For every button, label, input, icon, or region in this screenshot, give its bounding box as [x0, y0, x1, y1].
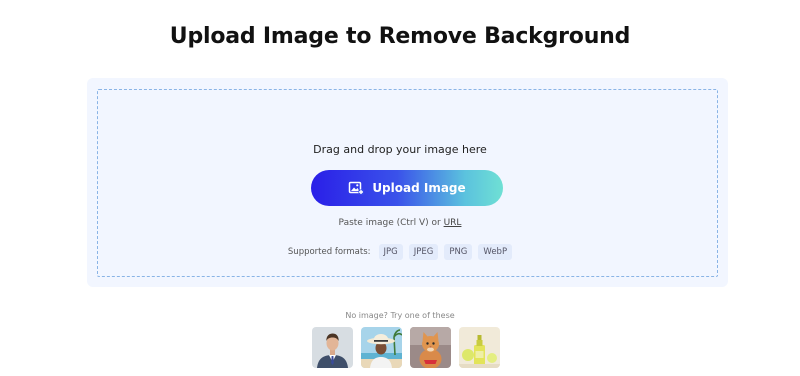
sample-images: [312, 327, 500, 368]
sample-cat[interactable]: [410, 327, 451, 368]
format-chip-jpg: JPG: [378, 244, 403, 260]
image-add-icon: [348, 180, 364, 196]
upload-image-button[interactable]: Upload Image: [311, 170, 503, 206]
supported-formats: Supported formats: JPG JPEG PNG WebP: [0, 244, 800, 260]
sample-woman-beach-hat[interactable]: [361, 327, 402, 368]
samples-caption: No image? Try one of these: [345, 311, 455, 320]
format-chip-webp: WebP: [478, 244, 513, 260]
upload-button-label: Upload Image: [372, 181, 466, 195]
sample-man-in-suit[interactable]: [312, 327, 353, 368]
url-link[interactable]: URL: [444, 218, 462, 228]
drag-drop-text: Drag and drop your image here: [313, 143, 487, 156]
format-chip-png: PNG: [444, 244, 473, 260]
page-title: Upload Image to Remove Background: [169, 24, 631, 49]
formats-label: Supported formats:: [287, 247, 371, 257]
paste-text: Paste image (Ctrl V) or: [338, 218, 441, 228]
format-chip-jpeg: JPEG: [408, 244, 439, 260]
paste-line: Paste image (Ctrl V) or URL: [0, 218, 800, 228]
sample-bottle-product[interactable]: [459, 327, 500, 368]
